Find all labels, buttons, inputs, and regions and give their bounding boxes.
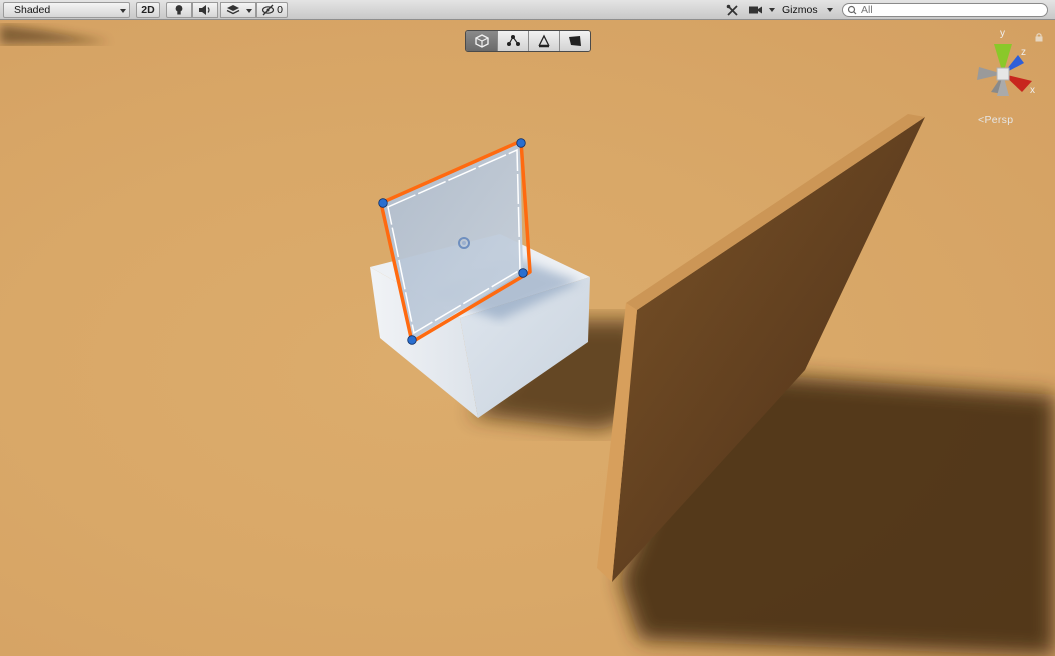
edit-mode-toolbar [465, 30, 591, 52]
layers-icon [226, 5, 240, 15]
hidden-objects-toggle[interactable]: 0 [256, 2, 288, 18]
distant-shadow [0, 25, 110, 44]
vertex-icon [507, 35, 520, 46]
speaker-icon [199, 5, 210, 15]
gizmos-dropdown[interactable]: Gizmos [778, 2, 836, 18]
scene-camera-dropdown[interactable] [744, 2, 778, 18]
eye-slash-icon [261, 4, 275, 16]
face-mode-button[interactable] [559, 31, 590, 51]
scene-audio-toggle[interactable] [192, 2, 218, 18]
scene-toolbar: Shaded 2D 0 Gizmos All [0, 0, 1055, 20]
shading-mode-label: Shaded [14, 4, 51, 16]
scene-viewport[interactable]: y z x <Persp [0, 20, 1055, 656]
vertex-handle[interactable] [518, 268, 528, 278]
face-icon [569, 36, 581, 46]
gizmo-y-label: y [1000, 28, 1005, 39]
gizmo-x-label: x [1030, 85, 1035, 96]
vertex-handle[interactable] [516, 138, 526, 148]
projection-label[interactable]: <Persp [978, 114, 1013, 126]
scene-lighting-toggle[interactable] [166, 2, 192, 18]
2d-mode-button[interactable]: 2D [136, 2, 160, 18]
search-input[interactable]: All [842, 3, 1048, 17]
object-mode-button[interactable] [466, 31, 497, 51]
lightbulb-icon [175, 5, 183, 15]
camera-icon [749, 6, 762, 14]
search-icon [847, 5, 857, 15]
2d-mode-label: 2D [141, 4, 155, 16]
vertex-mode-button[interactable] [497, 31, 528, 51]
scene-effects-dropdown[interactable] [220, 2, 256, 18]
lock-icon[interactable] [1034, 32, 1044, 42]
gizmo-z-label: z [1021, 47, 1026, 58]
edge-icon [538, 34, 550, 48]
scene-tools-button[interactable] [720, 2, 744, 18]
projection-text: Persp [984, 114, 1014, 126]
cube-icon [474, 34, 489, 48]
vertex-handle[interactable] [407, 335, 417, 345]
shading-mode-dropdown[interactable]: Shaded [3, 2, 130, 18]
gizmo-center-cube[interactable] [996, 67, 1010, 81]
edge-mode-button[interactable] [528, 31, 559, 51]
orientation-gizmo[interactable]: y z x [966, 22, 1040, 102]
scene-view-canvas [0, 25, 1055, 656]
vertex-handle[interactable] [378, 198, 388, 208]
tools-icon [726, 4, 738, 16]
gizmos-label: Gizmos [782, 4, 818, 16]
hidden-count: 0 [277, 4, 283, 16]
search-placeholder: All [861, 4, 873, 16]
pivot-handle-core [462, 241, 466, 245]
